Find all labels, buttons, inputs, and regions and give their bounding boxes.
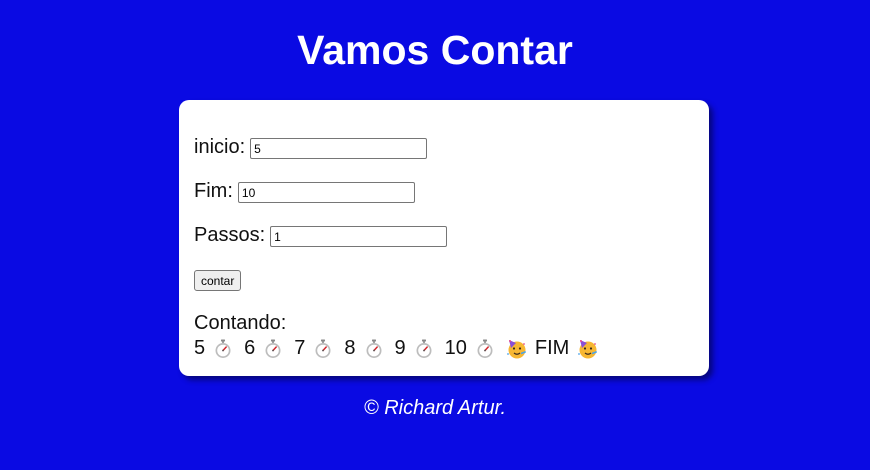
stopwatch-icon bbox=[215, 339, 231, 358]
count-number: 7 bbox=[294, 337, 306, 359]
fim-label: Fim: bbox=[194, 180, 233, 202]
count-number: 10 bbox=[444, 337, 467, 359]
stopwatch-icon bbox=[366, 339, 381, 358]
fim-label-end: FIM bbox=[534, 337, 570, 359]
count-number: 5 bbox=[194, 337, 206, 359]
stopwatch-icon bbox=[477, 339, 493, 358]
contar-button[interactable]: contar bbox=[194, 270, 242, 291]
count-number: 8 bbox=[344, 337, 356, 359]
passos-label: Passos: bbox=[194, 224, 266, 246]
footer-credit: © Richard Artur. bbox=[363, 397, 507, 419]
stopwatch-icon bbox=[315, 339, 331, 358]
count-number: 6 bbox=[244, 337, 256, 359]
inicio-input[interactable] bbox=[250, 138, 428, 159]
inicio-row: inicio: bbox=[194, 135, 428, 159]
result-heading: Contando: bbox=[194, 312, 287, 334]
page-title: Vamos Contar bbox=[297, 27, 573, 73]
stopwatch-icon bbox=[416, 339, 432, 358]
stopwatch-icon bbox=[265, 339, 281, 358]
fim-row: Fim: bbox=[194, 179, 415, 203]
passos-input[interactable] bbox=[270, 226, 448, 247]
inicio-label: inicio: bbox=[194, 136, 246, 158]
result-area: Contando: 5 6 7 8 9 10 FIM bbox=[194, 311, 598, 361]
passos-row: Passos: bbox=[194, 223, 448, 247]
fim-input[interactable] bbox=[237, 182, 415, 203]
partying-face-icon bbox=[578, 340, 598, 359]
counter-card: inicio: Fim: Passos: contar Contando: 5 … bbox=[179, 100, 709, 376]
count-number: 9 bbox=[394, 337, 406, 359]
partying-face-icon bbox=[506, 340, 526, 359]
count-sequence: 5 6 7 8 9 10 FIM bbox=[194, 336, 598, 361]
